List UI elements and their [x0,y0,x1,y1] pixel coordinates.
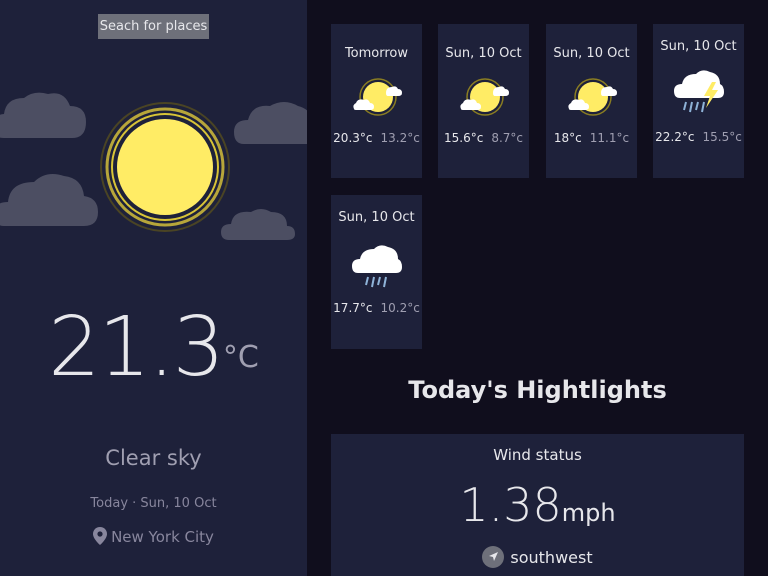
sun-cloud-icon [459,78,509,116]
wind-speed-unit: mph [561,499,616,527]
background-cloud-icon [221,209,295,240]
location-label: New York City [0,527,307,546]
forecast-card: Sun, 10 Oct 17.7°c 10.2°c [331,195,422,349]
background-cloud-icon [234,102,307,144]
forecast-card: Sun, 10 Oct 18°c 11.1°c [546,24,637,178]
wind-speed: 1.38mph [331,478,744,532]
wind-direction-label: southwest [510,548,593,567]
location-pin-icon [93,527,108,545]
forecast-card: Sun, 10 Oct 15.6°c 8.7°c [438,24,529,178]
forecast-day: Sun, 10 Oct [553,46,630,61]
forecast-temps: 18°c 11.1°c [546,131,637,145]
current-date: Today · Sun, 10 Oct [90,496,217,511]
forecast-min-temp: 10.2°c [380,301,420,315]
forecast-max-temp: 17.7°c [333,301,373,315]
thunderstorm-icon [673,70,724,113]
forecast-min-temp: 8.7°c [491,131,523,145]
forecast-temps: 20.3°c 13.2°c [331,131,422,145]
temperature-unit: °C [222,340,259,375]
sun-cloud-icon [352,78,402,116]
forecast-card: Tomorrow 20.3°c 13.2°c [331,24,422,178]
forecast-day: Sun, 10 Oct [445,46,522,61]
sun-cloud-icon [567,78,617,116]
background-cloud-icon [0,92,86,138]
sidebar: Seach for places 21.3°C Clear sky Today … [0,0,307,576]
navigation-arrow-icon [482,546,505,568]
search-places-button[interactable]: Seach for places [98,14,209,39]
forecast-temps: 17.7°c 10.2°c [331,301,422,315]
sun-icon [100,102,230,232]
forecast-max-temp: 22.2°c [655,130,695,144]
temperature-value: 21.3 [48,300,225,395]
wind-status-card: Wind status 1.38mph southwest [331,434,744,576]
forecast-temps: 22.2°c 15.5°c [653,130,744,144]
background-cloud-icon [0,174,98,226]
forecast-min-temp: 15.5°c [702,130,742,144]
forecast-day: Tomorrow [344,46,409,61]
forecast-max-temp: 15.6°c [443,131,484,145]
current-temperature: 21.3°C [0,300,307,395]
forecast-min-temp: 13.2°c [380,131,420,145]
forecast-card: Sun, 10 Oct 22.2°c 15.5°c [653,24,744,178]
location-name: New York City [111,528,214,546]
forecast-max-temp: 18°c [553,131,582,145]
wind-speed-value: 1.38 [459,478,562,532]
wind-direction: southwest [331,546,744,568]
highlights-title: Today's Hightlights [408,376,667,404]
forecast-min-temp: 11.1°c [589,131,630,145]
forecast-day: Sun, 10 Oct [660,39,737,54]
forecast-temps: 15.6°c 8.7°c [438,131,529,145]
forecast-day: Sun, 10 Oct [338,210,415,225]
forecast-max-temp: 20.3°c [333,131,373,145]
wind-status-label: Wind status [493,446,582,464]
weather-condition: Clear sky [105,446,202,470]
rain-cloud-icon [351,245,402,288]
